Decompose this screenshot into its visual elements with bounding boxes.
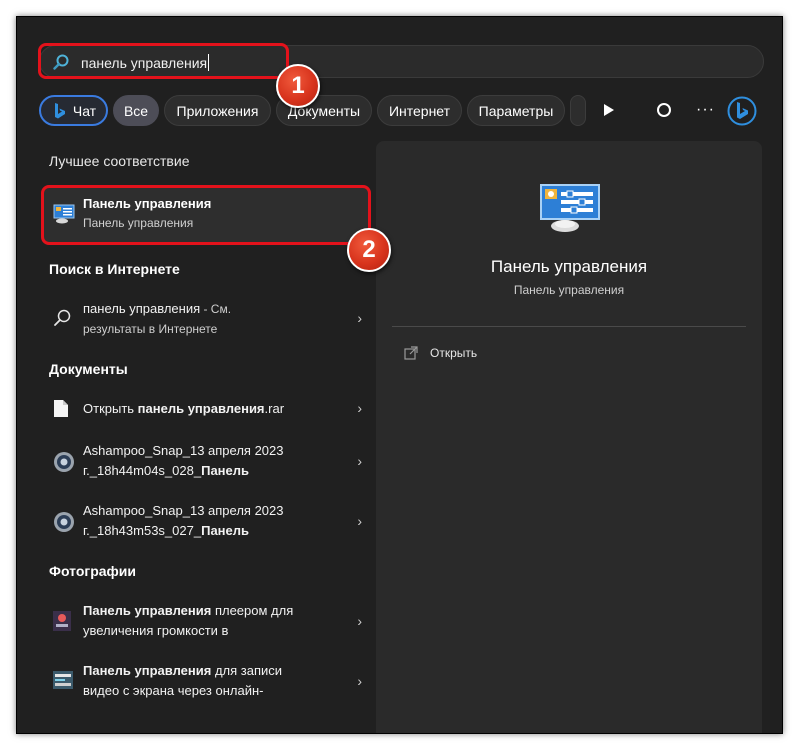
bing-icon[interactable] bbox=[727, 96, 757, 126]
chevron-right-icon: › bbox=[357, 513, 362, 529]
photo-item[interactable]: Панель управления плеером для увеличения… bbox=[43, 601, 370, 645]
highlight-search-box bbox=[38, 43, 289, 79]
account-circle-icon[interactable] bbox=[657, 103, 671, 117]
section-photos: Фотографии bbox=[49, 563, 137, 579]
file-icon bbox=[54, 400, 68, 417]
filter-settings-label: Параметры bbox=[478, 102, 554, 119]
photo-thumbnail-icon bbox=[53, 611, 71, 631]
section-best-match: Лучшее соответствие bbox=[49, 153, 190, 169]
web-search-item[interactable]: панель управления - См. результаты в Инт… bbox=[43, 297, 370, 341]
filter-all-label: Все bbox=[123, 102, 149, 119]
web-search-suffix: - См. bbox=[200, 302, 232, 316]
document-name-line2: г._18h44m04s_028_ bbox=[83, 463, 202, 478]
document-item[interactable]: Ashampoo_Snap_13 апреля 2023 г._18h43m53… bbox=[43, 501, 370, 545]
document-name: Ashampoo_Snap_13 апреля 2023 г._18h43m53… bbox=[83, 501, 284, 541]
photo-name-match: Панель управления bbox=[83, 603, 212, 618]
preview-subtitle: Панель управления bbox=[513, 283, 625, 297]
more-options-icon[interactable]: ··· bbox=[696, 101, 715, 119]
start-search-window: панель управления Чат Все Приложения Док… bbox=[16, 16, 783, 734]
chevron-right-icon: › bbox=[357, 613, 362, 629]
document-name-match: Панель bbox=[201, 463, 249, 478]
document-name: Открыть панель управления.rar bbox=[83, 399, 284, 419]
control-panel-icon bbox=[540, 184, 600, 232]
web-search-results-label: результаты в Интернете bbox=[83, 322, 218, 336]
ashampoo-snap-icon bbox=[54, 452, 74, 472]
document-name-line2: г._18h43m53s_027_ bbox=[83, 523, 202, 538]
document-name-match: Панель bbox=[201, 523, 249, 538]
photo-name-line2: видео с экрана через онлайн- bbox=[83, 683, 264, 698]
web-search-text: панель управления - См. результаты в Инт… bbox=[83, 299, 231, 339]
preview-pane: Панель управления Панель управления Откр… bbox=[376, 141, 762, 733]
open-action-label: Открыть bbox=[430, 346, 478, 360]
step-badge-2: 2 bbox=[347, 228, 391, 272]
document-name-prefix: Открыть bbox=[83, 401, 138, 416]
scroll-right-icon[interactable] bbox=[603, 103, 615, 117]
photo-thumbnail-icon bbox=[53, 671, 73, 689]
document-item[interactable]: Ashampoo_Snap_13 апреля 2023 г._18h44m04… bbox=[43, 441, 370, 485]
highlight-best-match bbox=[41, 185, 371, 245]
search-icon bbox=[54, 309, 71, 326]
section-documents: Документы bbox=[49, 361, 128, 377]
chevron-right-icon: › bbox=[357, 310, 362, 326]
photo-name-line1: плеером для bbox=[211, 603, 294, 618]
filter-internet[interactable]: Интернет bbox=[377, 95, 462, 126]
photo-name-line1: для записи bbox=[211, 663, 283, 678]
web-search-query: панель управления bbox=[83, 301, 201, 316]
filter-chat-label: Чат bbox=[72, 102, 97, 119]
document-name-match: панель управления bbox=[137, 401, 265, 416]
preview-title: Панель управления bbox=[490, 257, 648, 276]
document-name: Ashampoo_Snap_13 апреля 2023 г._18h44m04… bbox=[83, 441, 284, 481]
divider bbox=[392, 326, 746, 327]
document-name-line1: Ashampoo_Snap_13 апреля 2023 bbox=[83, 443, 284, 458]
filter-all[interactable]: Все bbox=[113, 95, 159, 126]
photo-name-match: Панель управления bbox=[83, 663, 212, 678]
step-badge-1: 1 bbox=[276, 64, 320, 108]
filter-settings[interactable]: Параметры bbox=[467, 95, 565, 126]
filter-internet-label: Интернет bbox=[388, 102, 451, 119]
filter-chat[interactable]: Чат bbox=[39, 95, 108, 126]
photo-item[interactable]: Панель управления для записи видео с экр… bbox=[43, 661, 370, 705]
chevron-right-icon: › bbox=[357, 673, 362, 689]
filter-apps[interactable]: Приложения bbox=[164, 95, 271, 126]
open-action[interactable]: Открыть bbox=[404, 346, 477, 360]
open-external-icon bbox=[404, 346, 418, 360]
photo-name: Панель управления плеером для увеличения… bbox=[83, 601, 293, 641]
photo-name: Панель управления для записи видео с экр… bbox=[83, 661, 282, 701]
filter-apps-label: Приложения bbox=[176, 102, 259, 119]
chevron-right-icon: › bbox=[357, 400, 362, 416]
chevron-right-icon: › bbox=[357, 453, 362, 469]
document-name-line1: Ashampoo_Snap_13 апреля 2023 bbox=[83, 503, 284, 518]
section-web-search: Поиск в Интернете bbox=[49, 261, 180, 277]
document-name-ext: .rar bbox=[264, 401, 285, 416]
bing-chat-icon bbox=[54, 102, 65, 118]
ashampoo-snap-icon bbox=[54, 512, 74, 532]
photo-name-line2: увеличения громкости в bbox=[83, 623, 229, 638]
filter-overflow-pill[interactable] bbox=[570, 95, 586, 126]
document-item[interactable]: Открыть панель управления.rar › bbox=[43, 395, 370, 423]
